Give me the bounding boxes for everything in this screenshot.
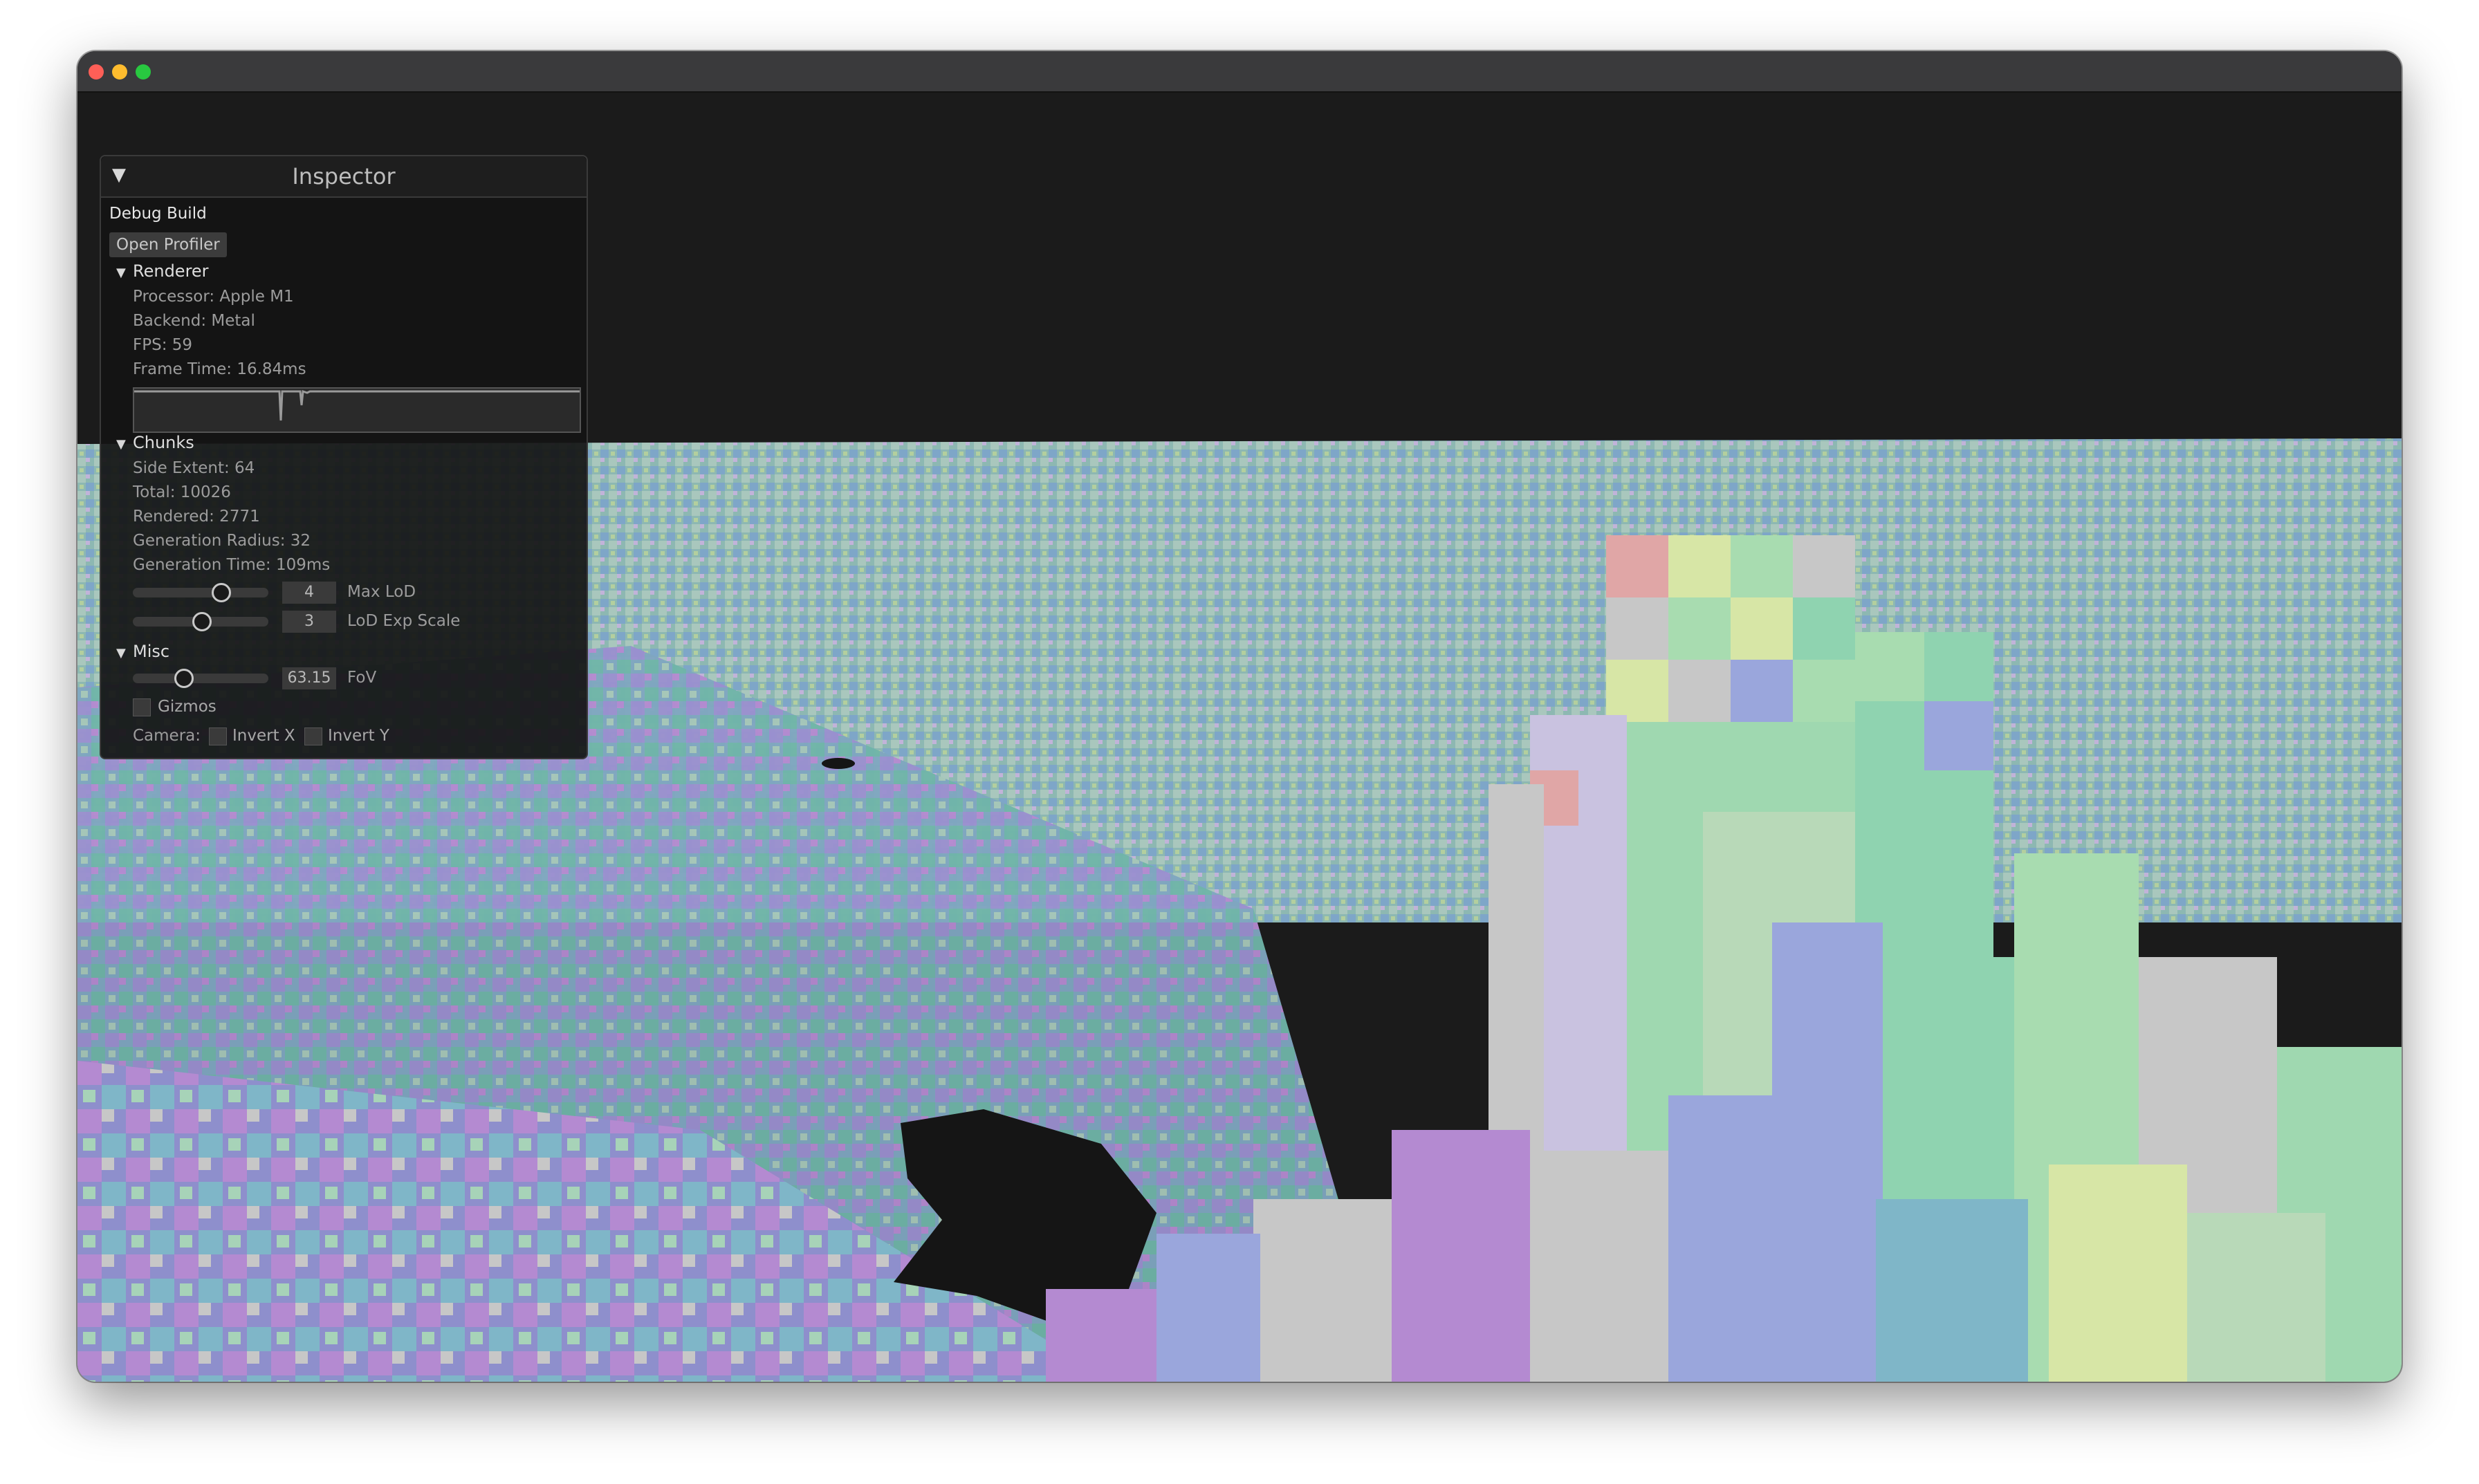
camera-label: Camera:	[133, 727, 201, 745]
inspector-title: Inspector	[292, 163, 396, 189]
fov-label: FoV	[347, 669, 377, 687]
fov-value[interactable]: 63.15	[282, 667, 336, 689]
max-lod-value[interactable]: 4	[282, 582, 336, 604]
rendered-text: Rendered: 2771	[133, 508, 260, 526]
inspector-panel: ▼ Inspector Debug Build Open Profiler ▼ …	[100, 155, 588, 759]
invert-x-checkbox[interactable]	[209, 727, 227, 745]
max-lod-label: Max LoD	[347, 583, 416, 601]
generation-radius-text: Generation Radius: 32	[133, 532, 311, 550]
lod-exp-scale-value[interactable]: 3	[282, 611, 336, 633]
frame-time-text: Frame Time: 16.84ms	[133, 360, 306, 378]
zoom-button[interactable]	[136, 64, 151, 80]
build-label: Debug Build	[109, 205, 207, 223]
processor-text: Processor: Apple M1	[133, 288, 294, 306]
renderer-caret-icon[interactable]: ▼	[116, 266, 126, 280]
chunks-caret-icon[interactable]: ▼	[116, 437, 126, 452]
close-button[interactable]	[89, 64, 104, 80]
misc-section-header[interactable]: Misc	[133, 642, 169, 661]
gizmos-label: Gizmos	[158, 698, 216, 716]
generation-time-text: Generation Time: 109ms	[133, 556, 331, 574]
total-text: Total: 10026	[133, 483, 231, 501]
fov-slider[interactable]	[133, 674, 268, 683]
inspector-header[interactable]: ▼ Inspector	[101, 156, 587, 198]
minimize-button[interactable]	[112, 64, 127, 80]
backend-text: Backend: Metal	[133, 312, 255, 330]
misc-caret-icon[interactable]: ▼	[116, 646, 126, 660]
voxel-viewport[interactable]: ▼ Inspector Debug Build Open Profiler ▼ …	[77, 93, 2402, 1382]
invert-y-label: Invert Y	[328, 727, 389, 745]
app-window: ▼ Inspector Debug Build Open Profiler ▼ …	[77, 51, 2402, 1382]
lod-exp-scale-label: LoD Exp Scale	[347, 612, 461, 630]
side-extent-text: Side Extent: 64	[133, 459, 255, 477]
title-bar	[77, 51, 2402, 93]
lod-exp-scale-slider-thumb[interactable]	[192, 612, 212, 631]
fov-slider-thumb[interactable]	[174, 669, 194, 688]
fps-text: FPS: 59	[133, 336, 193, 354]
renderer-section-header[interactable]: Renderer	[133, 261, 209, 281]
chunks-section-header[interactable]: Chunks	[133, 433, 194, 452]
max-lod-slider[interactable]	[133, 588, 268, 597]
open-profiler-button[interactable]: Open Profiler	[109, 232, 227, 257]
frame-time-graph	[133, 387, 581, 433]
max-lod-slider-thumb[interactable]	[212, 583, 231, 602]
invert-y-checkbox[interactable]	[304, 727, 322, 745]
invert-x-label: Invert X	[232, 727, 295, 745]
gizmos-checkbox[interactable]	[133, 698, 151, 716]
